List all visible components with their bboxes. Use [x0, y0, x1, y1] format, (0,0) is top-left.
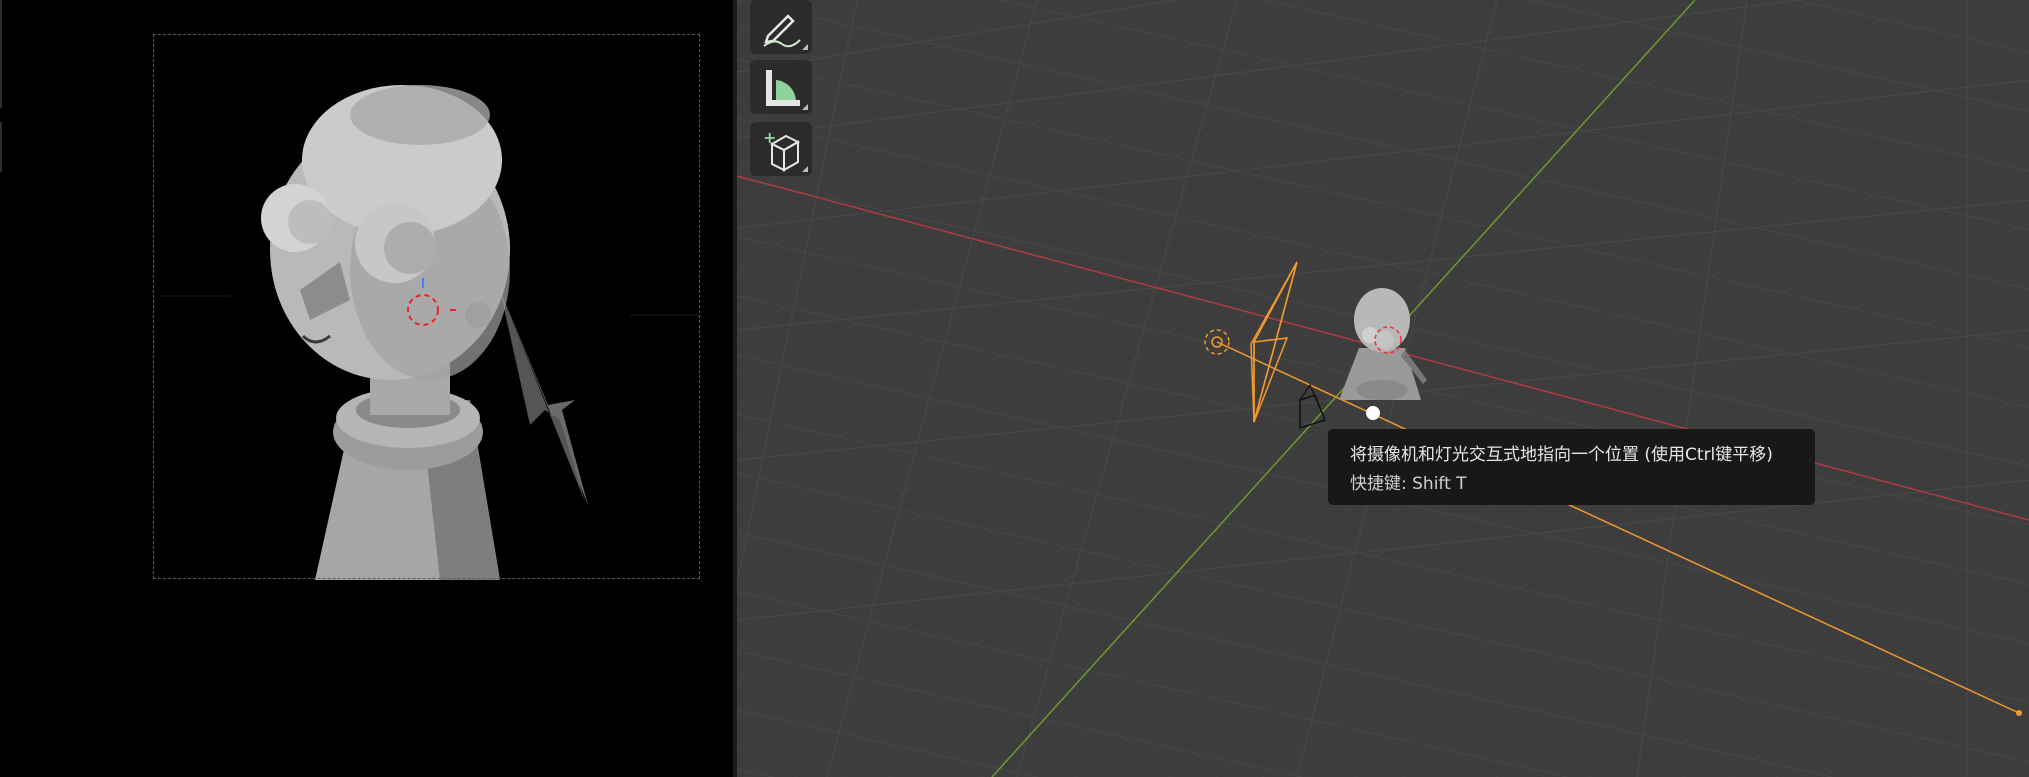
tool-submenu-indicator: [802, 166, 808, 172]
camera-preview-panel[interactable]: [0, 0, 733, 777]
add-cube-tool-button[interactable]: +: [750, 122, 812, 176]
viewport-scene: [737, 0, 2029, 777]
annotate-tool-button[interactable]: [750, 0, 812, 54]
tool-submenu-indicator: [802, 44, 808, 50]
3d-viewport[interactable]: +: [737, 0, 2029, 777]
tooltip-description: 将摄像机和灯光交互式地指向一个位置 (使用Ctrl键平移): [1350, 445, 1773, 465]
camera-frame-border: [153, 34, 700, 579]
tooltip-shortcut: 快捷键: Shift T: [1350, 474, 1467, 494]
measure-tool-button[interactable]: [750, 60, 812, 114]
tool-submenu-indicator: [802, 104, 808, 110]
tool-tooltip: 将摄像机和灯光交互式地指向一个位置 (使用Ctrl键平移) 快捷键: Shift…: [1328, 429, 1815, 505]
